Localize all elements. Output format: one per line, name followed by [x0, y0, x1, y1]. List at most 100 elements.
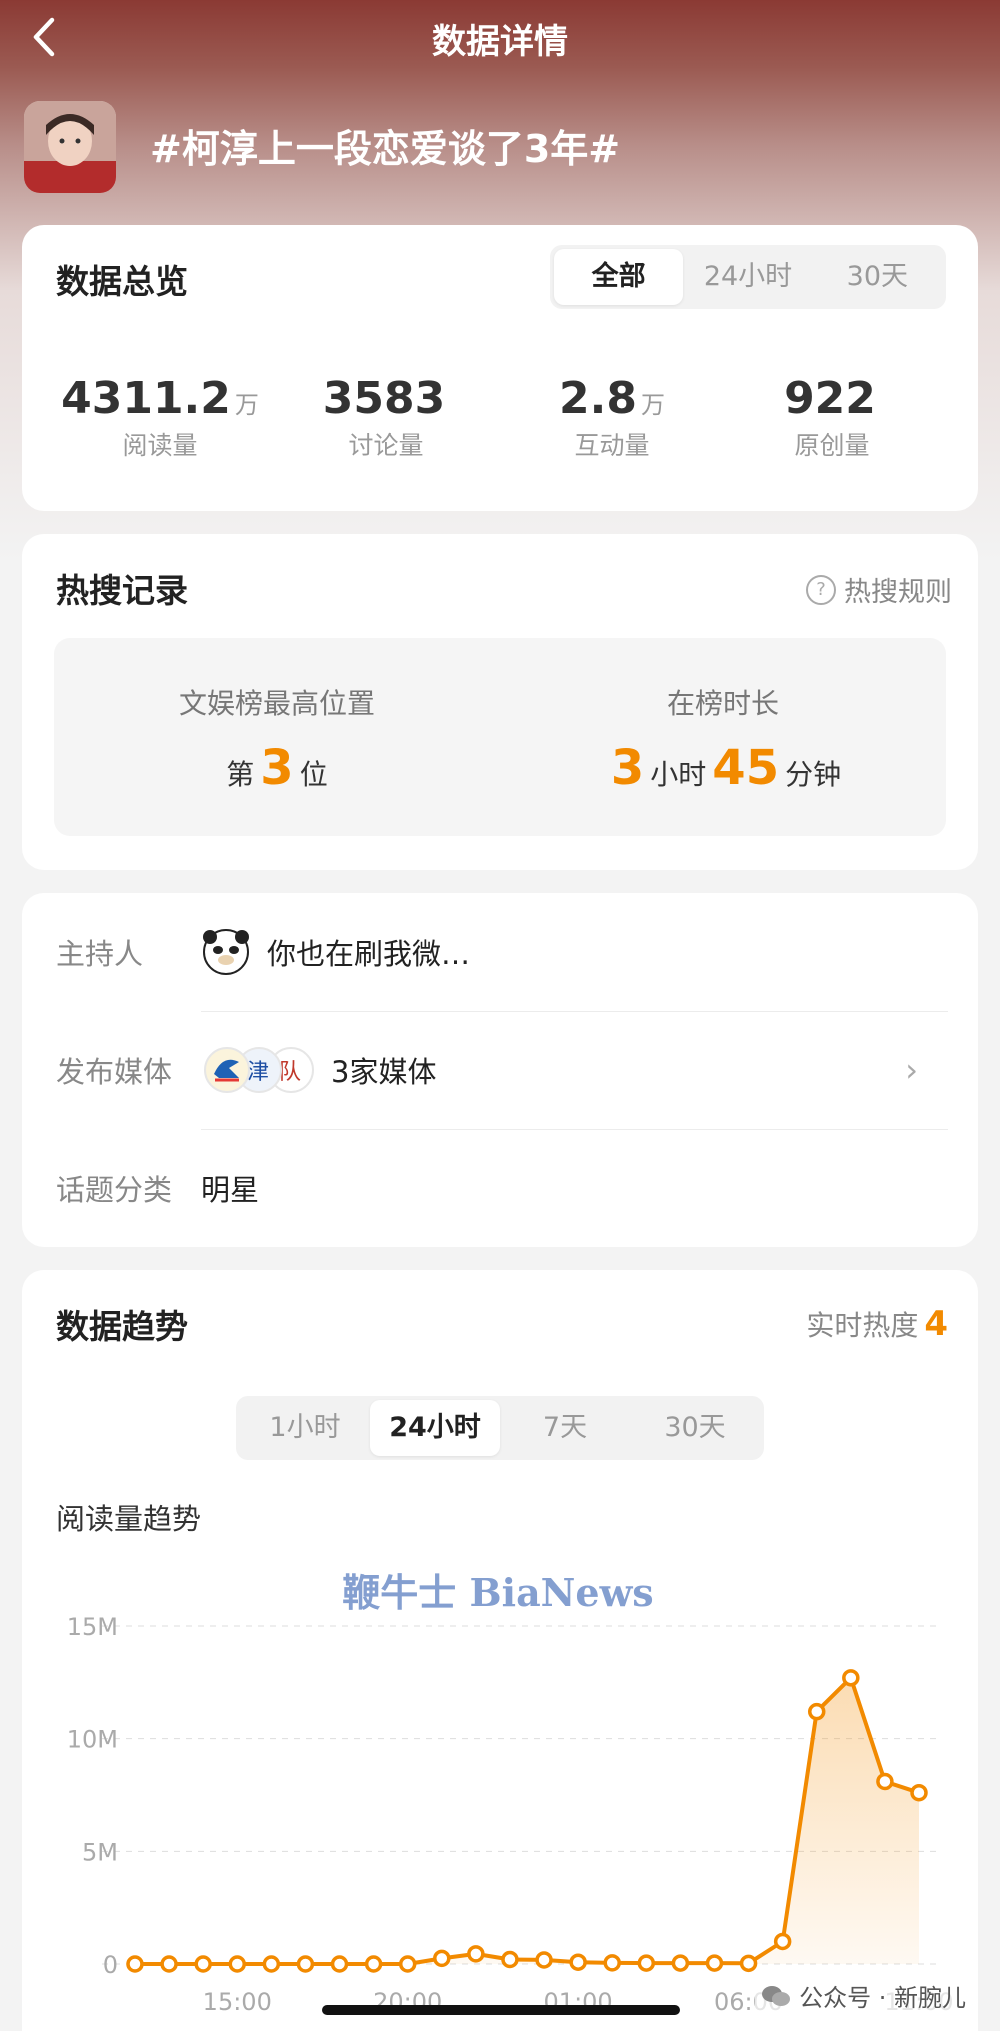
svg-text:队: 队 — [279, 1060, 301, 1085]
data-point[interactable] — [296, 1955, 315, 1973]
category-key: 话题分类 — [56, 1173, 173, 1207]
data-point[interactable] — [467, 1945, 485, 1963]
hot-search-summary: 文娱榜最高位置 第3位 在榜时长 3 小时 45 分钟 — [54, 638, 946, 836]
host-row[interactable]: 主持人 你也在刷我微… — [56, 893, 948, 1011]
data-point[interactable] — [228, 1955, 247, 1973]
y-tick-label: 15M — [67, 1613, 118, 1641]
stat-interactions: 2.8 万 互动量 — [502, 373, 722, 462]
data-point[interactable] — [535, 1951, 553, 1969]
minutes-unit: 分钟 — [785, 758, 842, 791]
overview-card: 数据总览 全部 24小时 30天 4311.2 万 阅读量 3583 讨论量 2.… — [22, 225, 978, 511]
trend-range-tabs: 1小时 24小时 7天 30天 — [236, 1396, 764, 1460]
data-point[interactable] — [807, 1702, 826, 1721]
hot-search-card: 热搜记录 ? 热搜规则 文娱榜最高位置 第3位 在榜时长 3 小时 45 分钟 — [22, 534, 978, 870]
data-point[interactable] — [501, 1950, 519, 1969]
host-name: 你也在刷我微… — [267, 937, 471, 971]
data-point[interactable] — [160, 1955, 178, 1973]
time-on-list-label: 在榜时长 — [666, 687, 779, 720]
wechat-text: 公众号 · 新腕儿 — [799, 1984, 966, 2012]
data-point[interactable] — [637, 1954, 656, 1972]
data-point[interactable] — [910, 1783, 928, 1802]
minutes-value: 45 — [712, 740, 780, 796]
data-point[interactable] — [842, 1669, 860, 1687]
heat-value: 4 — [924, 1304, 948, 1344]
home-indicator — [322, 2005, 680, 2015]
hot-rules-link[interactable]: ? 热搜规则 — [806, 570, 952, 609]
stat-interactions-label: 互动量 — [574, 431, 650, 460]
stat-reads-value: 4311.2 — [61, 373, 231, 424]
hours-unit: 小时 — [650, 758, 707, 791]
tab-30d-trend[interactable]: 30天 — [630, 1400, 760, 1456]
data-point[interactable] — [330, 1955, 349, 1973]
data-point[interactable] — [433, 1949, 451, 1968]
stat-original-value: 922 — [784, 373, 876, 424]
tab-1h[interactable]: 1小时 — [240, 1400, 370, 1456]
chevron-right-icon: › — [905, 1051, 918, 1089]
stat-original-label: 原创量 — [794, 431, 870, 460]
media-row[interactable]: 发布媒体 队 津 3家媒体 › — [56, 1011, 948, 1129]
y-tick-label: 5M — [82, 1838, 118, 1866]
chart-watermark: 鞭牛士 BiaNews — [342, 1570, 653, 1615]
tab-all[interactable]: 全部 — [554, 249, 684, 305]
data-point[interactable] — [126, 1955, 144, 1973]
overview-range-tabs: 全部 24小时 30天 — [550, 245, 946, 309]
time-on-list: 在榜时长 3 小时 45 分钟 — [500, 682, 946, 796]
stat-discussions-value: 3583 — [322, 373, 446, 424]
stat-original: 922 原创量 — [722, 373, 942, 462]
y-tick-label: 10M — [67, 1726, 118, 1754]
svg-text:津: 津 — [247, 1060, 269, 1085]
highest-rank-label: 文娱榜最高位置 — [178, 687, 375, 720]
topic-avatar — [24, 101, 116, 193]
stat-discussions: 3583 讨论量 — [276, 373, 496, 462]
rank-prefix: 第 — [226, 758, 255, 791]
data-point[interactable] — [603, 1954, 621, 1972]
hot-rules-label: 热搜规则 — [844, 577, 952, 608]
media-key: 发布媒体 — [56, 1055, 173, 1089]
hot-search-title: 热搜记录 — [56, 571, 188, 610]
overview-title: 数据总览 — [56, 262, 188, 301]
data-point[interactable] — [773, 1932, 792, 1951]
data-point[interactable] — [194, 1955, 212, 1973]
tab-30d[interactable]: 30天 — [813, 249, 942, 305]
tab-7d[interactable]: 7天 — [500, 1400, 630, 1456]
hours-value: 3 — [610, 740, 645, 796]
trend-card: 数据趋势 实时热度 4 1小时 24小时 7天 30天 阅读量趋势 0 5M 10M 1… — [22, 1270, 978, 2031]
stat-reads-label: 阅读量 — [122, 431, 198, 460]
wechat-icon — [762, 1985, 791, 2006]
data-point[interactable] — [262, 1955, 281, 1973]
category-row: 话题分类 明星 — [56, 1129, 948, 1247]
stat-reads-unit: 万 — [234, 391, 259, 419]
data-point[interactable] — [569, 1953, 587, 1971]
heat-label: 实时热度 — [806, 1309, 919, 1342]
question-icon: ? — [806, 574, 836, 605]
stat-reads: 4311.2 万 阅读量 — [50, 373, 270, 462]
data-point[interactable] — [671, 1954, 690, 1972]
data-point[interactable] — [739, 1954, 758, 1973]
rank-suffix: 位 — [299, 758, 328, 791]
chart-subtitle: 阅读量趋势 — [56, 1502, 202, 1536]
panda-avatar-icon — [203, 929, 249, 975]
wechat-watermark: 公众号 · 新腕儿 — [755, 1976, 972, 2015]
topic-info-card: 主持人 你也在刷我微… 发布媒体 队 津 3家媒体 › 话题分类 明星 — [22, 893, 978, 1247]
data-point[interactable] — [398, 1955, 417, 1973]
tab-24h[interactable]: 24小时 — [683, 249, 812, 305]
tab-24h-trend[interactable]: 24小时 — [370, 1400, 500, 1456]
data-point[interactable] — [876, 1772, 894, 1791]
y-tick-label: 0 — [103, 1951, 118, 1979]
top-bar: 数据详情 — [0, 0, 1000, 76]
media-count: 3家媒体 — [331, 1055, 437, 1089]
topic-title: #柯淳上一段恋爱谈了3年# — [150, 127, 621, 171]
trend-title: 数据趋势 — [56, 1307, 188, 1346]
stat-interactions-unit: 万 — [640, 391, 665, 419]
read-trend-chart: 05M10M15M 鞭牛士 BiaNews 15:00 20:00 01:00 06:… — [67, 1570, 954, 2016]
x-tick-label: 15:00 — [203, 1988, 272, 2016]
realtime-heat: 实时热度 4 — [806, 1304, 948, 1344]
stat-discussions-label: 讨论量 — [348, 431, 424, 460]
page-title: 数据详情 — [432, 22, 568, 62]
category-value: 明星 — [201, 1173, 260, 1207]
highest-rank: 文娱榜最高位置 第3位 — [54, 682, 500, 796]
data-point[interactable] — [705, 1954, 724, 1972]
data-point[interactable] — [364, 1955, 383, 1973]
rank-value: 3 — [260, 740, 294, 796]
host-key: 主持人 — [56, 937, 144, 971]
